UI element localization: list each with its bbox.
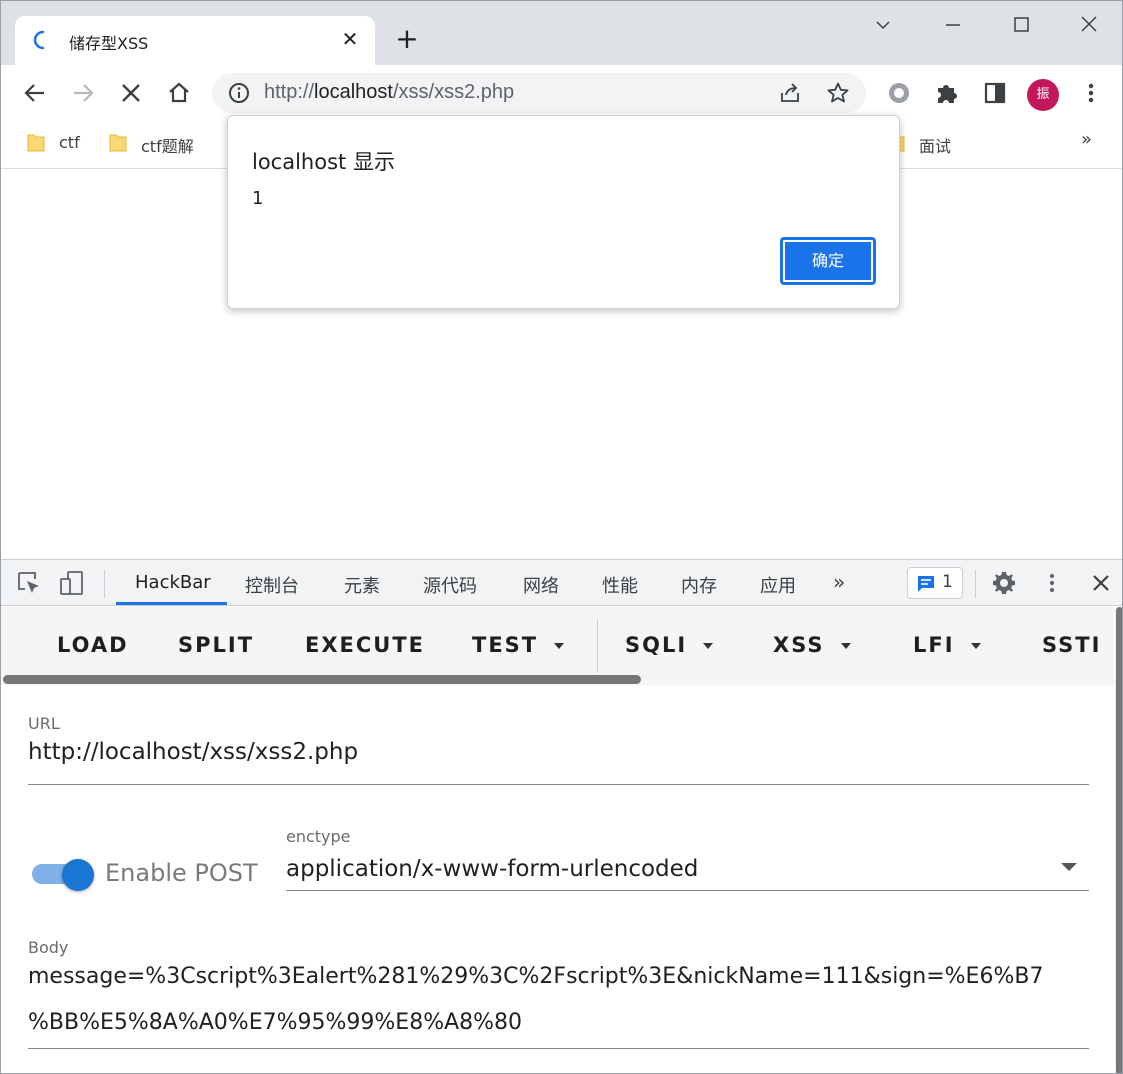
back-icon[interactable] [21, 79, 49, 107]
share-icon[interactable] [778, 81, 802, 105]
inspect-element-icon[interactable] [16, 570, 42, 596]
test-dropdown[interactable]: TEST [472, 633, 565, 657]
url-field-label: URL [28, 714, 60, 733]
execute-button[interactable]: EXECUTE [305, 633, 425, 657]
alert-title: localhost 显示 [252, 150, 395, 174]
tab-active[interactable]: 储存型XSS ✕ [15, 16, 375, 65]
stop-loading-icon[interactable] [117, 79, 145, 107]
chevron-down-icon [840, 643, 851, 649]
address-bar[interactable]: http://localhost/xss/xss2.php [212, 73, 866, 113]
enctype-label: enctype [286, 827, 351, 846]
bookmark-label: ctf [59, 133, 80, 152]
home-icon[interactable] [165, 79, 193, 107]
tab-title: 储存型XSS [69, 34, 149, 53]
new-tab-button[interactable]: + [393, 25, 421, 53]
browser-toolbar: http://localhost/xss/xss2.php 振 [1, 65, 1122, 121]
load-button[interactable]: LOAD [57, 633, 129, 657]
side-panel-icon[interactable] [981, 79, 1009, 107]
devtools-menu-icon[interactable] [1039, 570, 1065, 596]
bookmark-label: ctf题解 [141, 137, 194, 156]
more-tabs-icon[interactable]: » [833, 570, 845, 594]
enctype-underline [286, 890, 1089, 891]
tab-memory[interactable]: 内存 [681, 572, 717, 598]
browser-window: 储存型XSS ✕ + http://localhost/xss/xss2.php… [0, 0, 1123, 1074]
issues-count: 1 [942, 572, 953, 592]
minimize-icon[interactable] [939, 11, 967, 39]
body-field-label: Body [28, 938, 69, 957]
close-tab-icon[interactable]: ✕ [339, 28, 361, 50]
tab-hackbar[interactable]: HackBar [135, 572, 211, 593]
chevron-down-icon [970, 643, 981, 649]
body-field-line2[interactable]: %BB%E5%8A%A0%E7%95%99%E8%A8%80 [28, 1010, 522, 1035]
vertical-scrollbar[interactable] [1115, 607, 1122, 1073]
scrollbar-thumb[interactable] [1116, 607, 1122, 1073]
enable-post-label: Enable POST [105, 859, 258, 887]
message-icon [918, 576, 934, 592]
extensions-puzzle-icon[interactable] [933, 79, 961, 107]
maximize-icon[interactable] [1007, 11, 1035, 39]
tab-network[interactable]: 网络 [523, 572, 559, 598]
chevron-down-icon [703, 643, 714, 649]
split-button[interactable]: SPLIT [178, 633, 254, 657]
chevron-down-icon [554, 643, 565, 649]
xss-dropdown[interactable]: XSS [773, 633, 851, 657]
settings-gear-icon[interactable] [991, 570, 1017, 596]
toolbar-separator [975, 570, 976, 598]
site-info-icon[interactable] [228, 82, 250, 104]
forward-icon[interactable] [69, 79, 97, 107]
alert-message: 1 [252, 188, 264, 209]
extension-circle-icon[interactable] [885, 79, 913, 107]
lfi-dropdown[interactable]: LFI [913, 633, 981, 657]
active-tab-indicator [116, 602, 227, 605]
enable-post-toggle[interactable] [32, 859, 94, 891]
more-menu-icon[interactable] [1077, 79, 1105, 107]
profile-avatar[interactable]: 振 [1027, 79, 1059, 111]
body-field-line1[interactable]: message=%3Cscript%3Ealert%281%29%3C%2Fsc… [28, 964, 1043, 989]
loading-spinner-icon [33, 30, 45, 50]
tab-application[interactable]: 应用 [760, 572, 796, 598]
tab-search-icon[interactable] [869, 11, 897, 39]
alert-dialog: localhost 显示 1 确定 [227, 115, 900, 309]
body-field-underline [28, 1048, 1089, 1049]
issues-badge[interactable]: 1 [907, 567, 963, 599]
bookmark-star-icon[interactable] [826, 81, 850, 105]
alert-ok-button[interactable]: 确定 [780, 237, 876, 285]
close-window-icon[interactable] [1075, 11, 1103, 39]
bookmark-label: 面试 [919, 137, 952, 156]
url-text: http://localhost/xss/xss2.php [264, 81, 515, 103]
bookmarks-overflow-icon[interactable]: » [1081, 129, 1092, 150]
url-field-underline [28, 784, 1089, 785]
folder-icon [109, 134, 127, 152]
ssti-dropdown[interactable]: SSTI [1042, 633, 1101, 657]
chevron-down-icon[interactable] [1061, 863, 1077, 871]
folder-icon [27, 134, 45, 152]
tab-elements[interactable]: 元素 [344, 572, 380, 598]
toolbar-divider [597, 619, 598, 673]
toggle-knob [62, 859, 94, 891]
url-field[interactable]: http://localhost/xss/xss2.php [28, 739, 358, 765]
tab-strip: 储存型XSS ✕ + [1, 1, 1122, 65]
close-devtools-icon[interactable] [1088, 570, 1114, 596]
tab-performance[interactable]: 性能 [602, 572, 638, 598]
sqli-dropdown[interactable]: SQLI [625, 633, 714, 657]
tab-sources[interactable]: 源代码 [423, 572, 477, 598]
horizontal-scrollbar[interactable] [3, 675, 641, 684]
device-toolbar-icon[interactable] [59, 570, 85, 596]
devtools-tabbar: HackBar 控制台 元素 源代码 网络 性能 内存 应用 » 1 [1, 559, 1122, 606]
tab-console[interactable]: 控制台 [245, 572, 299, 598]
toolbar-separator [104, 570, 105, 598]
hackbar-toolbar: LOAD SPLIT EXECUTE TEST SQLI XSS LFI SST… [1, 607, 1114, 685]
enctype-select[interactable]: application/x-www-form-urlencoded [286, 856, 698, 882]
